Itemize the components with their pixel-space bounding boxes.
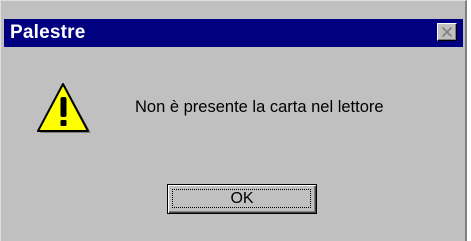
close-button[interactable] — [437, 23, 457, 41]
window-title: Palestre — [10, 22, 86, 43]
close-icon — [441, 26, 453, 38]
dialog-message: Non è presente la carta nel lettore — [135, 98, 384, 116]
message-dialog: Palestre Non è presente la carta nel let… — [0, 0, 467, 241]
ok-button[interactable]: OK — [167, 184, 317, 214]
title-bar[interactable]: Palestre — [4, 19, 463, 47]
warning-icon — [37, 83, 91, 133]
ok-button-label: OK — [230, 190, 254, 207]
